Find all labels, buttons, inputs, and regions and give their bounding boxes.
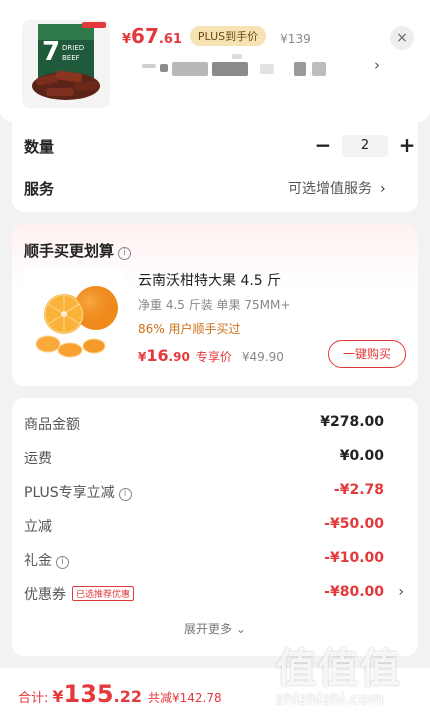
chevron-right-icon: ›: [380, 181, 386, 197]
detail-label: 立减: [24, 519, 52, 535]
quantity-input[interactable]: 2: [342, 135, 388, 157]
total-currency: ¥: [52, 687, 64, 706]
product-thumbnail[interactable]: 7 DRIED BEEF: [22, 20, 110, 108]
detail-label-text: PLUS专享立减: [24, 485, 115, 501]
quantity-label: 数量: [24, 138, 55, 156]
expand-more-button[interactable]: 展开更多 ⌄: [12, 620, 418, 637]
detail-row-plus-discount: PLUS专享立减 i -¥2.78: [24, 482, 404, 504]
detail-value: -¥2.78: [333, 482, 384, 498]
total-discount: 共减¥142.78: [147, 691, 222, 705]
chevron-down-icon: ⌄: [235, 622, 246, 636]
bundle-price-currency: ¥: [138, 350, 147, 364]
service-label: 服务: [24, 180, 55, 198]
detail-value: -¥10.00: [324, 550, 384, 566]
spec-selector-blurred[interactable]: [142, 54, 392, 80]
info-icon[interactable]: i: [56, 556, 69, 569]
detail-label: 运费: [24, 451, 52, 467]
detail-value: ¥278.00: [320, 414, 384, 430]
bundle-title: 顺手买更划算 i: [24, 240, 132, 261]
detail-row-gift-money: 礼金 i -¥10.00: [24, 550, 404, 572]
service-value: 可选增值服务: [288, 181, 372, 197]
svg-text:BEEF: BEEF: [62, 54, 80, 62]
plus-price-badge: PLUS到手价: [189, 26, 267, 46]
price-integer: 67: [131, 24, 159, 48]
service-selector[interactable]: 可选增值服务 ›: [288, 178, 386, 198]
bundle-offer-card: 顺手买更划算 i 云南沃柑特大果 4.5 斤 净重 4.5 斤装 单果 75MM…: [12, 224, 418, 386]
site-watermark: 值值值 zhizhizhi.com: [276, 636, 426, 720]
bundle-price-tag: 专享价: [195, 350, 232, 364]
info-icon[interactable]: i: [118, 488, 132, 501]
total-label: 合计:: [18, 691, 49, 706]
watermark-logo: 值值值: [276, 646, 402, 692]
orange-product-image[interactable]: [24, 268, 124, 368]
detail-label: 商品金额: [24, 417, 80, 433]
quantity-plus-button[interactable]: +: [394, 134, 420, 158]
svg-text:7: 7: [42, 37, 60, 67]
detail-value: -¥80.00: [324, 584, 384, 600]
detail-label: 优惠券 已选推荐优惠: [24, 584, 135, 604]
chevron-right-icon[interactable]: ›: [398, 584, 404, 600]
dried-beef-package-image: 7 DRIED BEEF: [22, 20, 110, 108]
product-header: 7 DRIED BEEF ¥ 67 .61 PLUS到手价 ¥139 × ›: [0, 0, 430, 122]
info-icon[interactable]: i: [118, 247, 132, 260]
bundle-original-price: ¥49.90: [241, 350, 284, 364]
detail-row-subtotal: 商品金额 ¥278.00: [24, 414, 404, 436]
bundle-social-proof: 86% 用户顺手买过: [138, 322, 241, 336]
detail-label-text: 礼金: [24, 553, 52, 569]
one-click-buy-button[interactable]: 一键购买: [328, 340, 406, 368]
detail-value: ¥0.00: [339, 448, 384, 464]
detail-label: PLUS专享立减 i: [24, 482, 132, 502]
price-currency: ¥: [122, 32, 132, 47]
price-details-card: 商品金额 ¥278.00 运费 ¥0.00 PLUS专享立减 i -¥2.78 立…: [12, 398, 418, 656]
order-total: 合计: ¥ 135 .22 共减¥142.78: [18, 680, 222, 708]
product-price-row: ¥ 67 .61 PLUS到手价 ¥139: [122, 24, 311, 48]
watermark-domain: zhizhizhi.com: [276, 690, 384, 708]
close-icon: ×: [396, 30, 408, 46]
orange-fruit-image: [24, 268, 124, 368]
bundle-price-integer: 16: [146, 346, 169, 365]
quantity-service-card: 数量 − 2 + 服务 可选增值服务 ›: [12, 122, 418, 212]
detail-value: -¥50.00: [324, 516, 384, 532]
spec-chevron-icon[interactable]: ›: [374, 56, 380, 74]
detail-label: 礼金 i: [24, 550, 69, 570]
close-button[interactable]: ×: [390, 26, 414, 50]
quantity-minus-button[interactable]: −: [310, 134, 336, 158]
detail-row-coupon[interactable]: 优惠券 已选推荐优惠 -¥80.00 ›: [24, 584, 404, 606]
expand-more-label: 展开更多: [184, 622, 233, 636]
svg-text:DRIED: DRIED: [62, 44, 84, 52]
bundle-product-spec: 净重 4.5 斤装 单果 75MM+: [138, 298, 291, 312]
total-integer: 135: [63, 680, 114, 708]
bundle-title-text: 顺手买更划算: [24, 242, 115, 260]
detail-row-instant-discount: 立减 -¥50.00: [24, 516, 404, 538]
detail-label-text: 优惠券: [24, 587, 66, 603]
coupon-selected-badge: 已选推荐优惠: [72, 586, 135, 601]
total-decimal: .22: [113, 687, 142, 706]
quantity-stepper: − 2 +: [310, 134, 420, 158]
detail-row-shipping: 运费 ¥0.00: [24, 448, 404, 470]
bundle-price-row: ¥ 16 .90 专享价 ¥49.90: [138, 346, 284, 365]
bundle-product-name[interactable]: 云南沃柑特大果 4.5 斤: [138, 270, 281, 290]
price-decimal: .61: [158, 32, 182, 47]
bundle-price-decimal: .90: [168, 350, 190, 364]
original-price: ¥139: [280, 32, 311, 46]
